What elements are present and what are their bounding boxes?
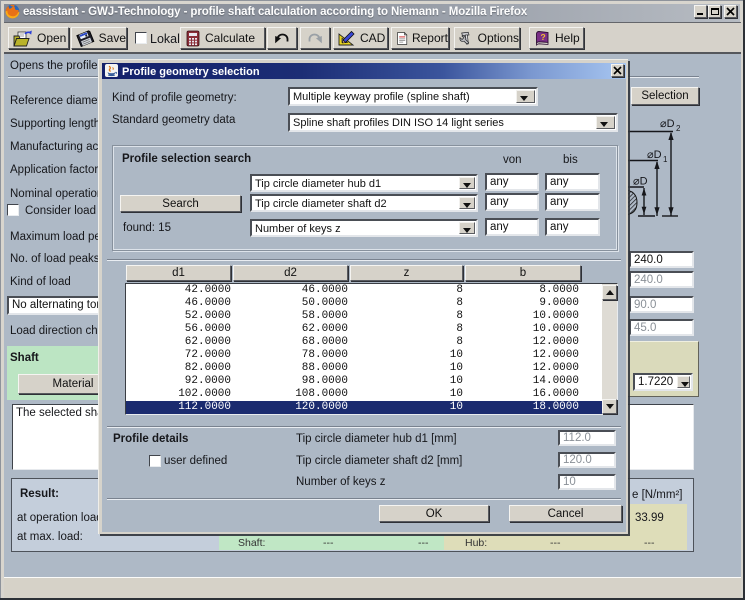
svg-text:⌀D: ⌀D bbox=[647, 149, 662, 161]
svg-text:⌀D: ⌀D bbox=[633, 176, 648, 188]
svg-text:?: ? bbox=[541, 32, 546, 42]
svg-text:⌀D: ⌀D bbox=[660, 118, 675, 130]
svg-text:2: 2 bbox=[676, 124, 681, 133]
svg-text:1: 1 bbox=[663, 155, 668, 164]
